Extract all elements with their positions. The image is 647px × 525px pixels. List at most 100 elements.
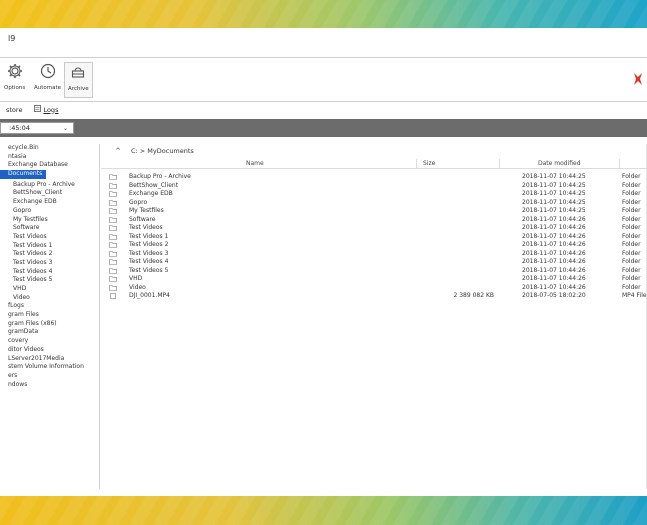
file-name: Test Videos 3	[129, 249, 169, 257]
tree-item[interactable]: ndows	[0, 381, 99, 390]
file-row[interactable]: My Testfiles 2018-11-07 10:44:25 Folder	[101, 207, 647, 216]
tree-item[interactable]: gram Files (x86)	[0, 320, 99, 329]
gear-icon	[6, 62, 24, 80]
folder-icon	[109, 242, 117, 248]
file-name: Test Videos	[129, 224, 163, 231]
file-date: 2018-11-07 10:44:25	[522, 173, 586, 180]
file-name: Test Videos 1	[129, 232, 169, 240]
tree-item[interactable]: ntasia	[0, 153, 99, 162]
tree-item[interactable]: covery	[0, 337, 99, 346]
file-row[interactable]: VHD 2018-11-07 10:44:26 Folder	[101, 275, 647, 284]
tab-restore[interactable]: store	[6, 106, 22, 114]
folder-icon	[109, 267, 117, 274]
file-date: 2018-11-07 10:44:26	[522, 224, 586, 231]
column-header-name[interactable]: Name	[246, 160, 264, 167]
file-name: Test Videos 4	[129, 258, 169, 265]
breadcrumb[interactable]: C: > MyDocuments	[131, 147, 194, 155]
red-star-icon[interactable]	[633, 72, 643, 86]
file-row[interactable]: Software 2018-11-07 10:44:26 Folder	[101, 216, 647, 225]
file-row[interactable]: DJI_0001.MP4 2 389 082 KB 2018-07-05 18:02…	[101, 292, 647, 301]
tree-item[interactable]: Software	[0, 224, 99, 233]
file-name: Backup Pro - Archive	[129, 173, 191, 180]
backup-time-value: :45:04	[9, 124, 30, 132]
tree-item[interactable]: BettShow_Client	[0, 189, 99, 198]
tree-item[interactable]: ecycle.Bin	[0, 144, 99, 153]
column-header-date[interactable]: Date modified	[538, 160, 581, 167]
tree-item[interactable]: VHD	[0, 285, 99, 294]
tree-item[interactable]: fLogs	[0, 302, 99, 311]
file-row[interactable]: Test Videos 4 2018-11-07 10:44:26 Folder	[101, 258, 647, 267]
file-name: VHD	[129, 275, 143, 282]
file-name: Exchange EDB	[129, 190, 173, 197]
file-name: Gopro	[129, 198, 148, 206]
archive-icon	[69, 63, 87, 81]
tree-item[interactable]: Test Videos 3	[0, 259, 99, 268]
file-type: Folder	[622, 224, 641, 231]
file-row[interactable]: Backup Pro - Archive 2018-11-07 10:44:25 F…	[101, 173, 647, 182]
file-row[interactable]: Test Videos 2018-11-07 10:44:26 Folder	[101, 224, 647, 233]
file-type: Folder	[622, 241, 641, 248]
file-row[interactable]: Test Videos 5 2018-11-07 10:44:26 Folder	[101, 267, 647, 276]
clock-icon	[39, 62, 57, 80]
tree-item[interactable]: LServer2017Media	[0, 355, 99, 364]
folder-icon	[109, 233, 117, 240]
column-header-size[interactable]: Size	[423, 160, 435, 167]
tab-restore-label: store	[6, 105, 23, 114]
file-row[interactable]: Gopro 2018-11-07 10:44:25 Folder	[101, 199, 647, 208]
file-row[interactable]: Test Videos 3 2018-11-07 10:44:26 Folder	[101, 250, 647, 259]
tree-item[interactable]: My Testfiles	[0, 216, 99, 225]
tree-item[interactable]: gram Files	[0, 311, 99, 320]
tree-item[interactable]: Video	[0, 294, 99, 303]
file-date: 2018-11-07 10:44:26	[522, 232, 586, 240]
tree-item[interactable]: Test Videos 4	[0, 268, 99, 277]
tree-item[interactable]: ditor Videos	[0, 346, 99, 355]
tab-logs-label: Logs	[43, 105, 59, 114]
file-type: Folder	[622, 283, 641, 291]
tree-item[interactable]: ers	[0, 372, 99, 381]
file-row[interactable]: Test Videos 2 2018-11-07 10:44:26 Folder	[101, 241, 647, 250]
tab-bar: store Logs	[0, 103, 64, 116]
tab-logs[interactable]: Logs	[34, 105, 58, 114]
archive-button[interactable]: Archive	[64, 62, 93, 98]
file-date: 2018-11-07 10:44:25	[522, 190, 586, 197]
file-date: 2018-11-07 10:44:26	[522, 215, 586, 223]
tree-item[interactable]: Exchange EDB	[0, 198, 99, 207]
window-title: l9	[8, 34, 16, 43]
file-row[interactable]: Test Videos 1 2018-11-07 10:44:26 Folder	[101, 233, 647, 242]
column-separator	[499, 159, 500, 169]
folder-icon	[109, 199, 117, 206]
file-type: Folder	[622, 207, 641, 214]
tree-item[interactable]: Gopro	[0, 207, 99, 216]
up-arrow-icon[interactable]: ^	[115, 147, 121, 155]
tree-item[interactable]: Test Videos 1	[0, 242, 99, 251]
tree-item[interactable]: Documents	[0, 170, 47, 179]
tree-item[interactable]: stem Volume Information	[0, 363, 99, 372]
tree-item[interactable]: Exchange Database	[0, 161, 99, 170]
file-date: 2018-11-07 10:44:26	[522, 241, 586, 248]
file-row[interactable]: Video 2018-11-07 10:44:26 Folder	[101, 284, 647, 293]
options-label: Options	[4, 85, 26, 91]
tree-item[interactable]: Test Videos 5	[0, 276, 99, 285]
backup-time-select[interactable]: :45:04 ⌄	[0, 122, 74, 134]
options-button[interactable]: Options	[4, 62, 25, 98]
file-list-header: Name Size Date modified	[101, 159, 647, 169]
file-name: BettShow_Client	[129, 181, 179, 189]
folder-tree: ecycle.Bin ntasia Exchange Database Documen…	[0, 144, 100, 489]
column-separator	[416, 159, 417, 169]
file-row[interactable]: Exchange EDB 2018-11-07 10:44:25 Folder	[101, 190, 647, 199]
file-name: Software	[129, 215, 156, 223]
file-date: 2018-11-07 10:44:26	[522, 283, 586, 291]
tree-item[interactable]: Backup Pro - Archive	[0, 181, 99, 190]
tree-item[interactable]: gramData	[0, 328, 99, 337]
tree-item[interactable]: Test Videos 2	[0, 250, 99, 259]
folder-icon	[109, 259, 117, 265]
folder-icon	[109, 216, 117, 223]
file-type: Folder	[622, 190, 641, 197]
file-type: Folder	[622, 275, 641, 282]
tree-item[interactable]: Test Videos	[0, 233, 99, 242]
file-type: Folder	[622, 198, 641, 206]
file-type: Folder	[622, 181, 641, 189]
automate-button[interactable]: Automate	[34, 62, 61, 98]
file-row[interactable]: BettShow_Client 2018-11-07 10:44:25 Folder	[101, 182, 647, 191]
folder-icon	[109, 276, 117, 282]
